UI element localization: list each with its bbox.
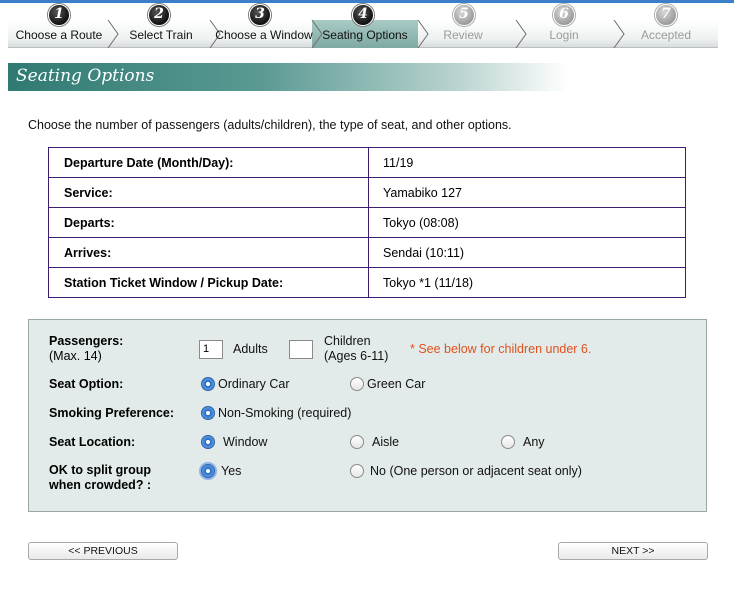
- next-button[interactable]: NEXT >>: [558, 542, 708, 560]
- trip-value: Yamabiko 127: [368, 177, 686, 208]
- passengers-label-text: Passengers:: [49, 334, 124, 348]
- children-input[interactable]: [289, 340, 313, 359]
- adults-input[interactable]: 1: [199, 340, 223, 359]
- split-group-label: OK to split group when crowded? :: [49, 463, 151, 493]
- section-header: Seating Options: [8, 63, 568, 91]
- step-7-label: Accepted: [640, 28, 692, 42]
- adults-label: Adults: [233, 342, 268, 356]
- step-3-number-icon: 3: [249, 4, 271, 26]
- children-ages-text: (Ages 6-11): [324, 349, 389, 363]
- intro-text: Choose the number of passengers (adults/…: [28, 118, 512, 132]
- step-2-number-icon: 2: [148, 4, 170, 26]
- trip-value: Tokyo (08:08): [368, 207, 686, 238]
- split-group-label-line2: when crowded? :: [49, 478, 152, 492]
- trip-label: Service:: [48, 177, 369, 208]
- trip-details-table: Departure Date (Month/Day): 11/19 Servic…: [48, 147, 686, 298]
- radio-yes[interactable]: [201, 464, 215, 478]
- trip-label: Departs:: [48, 207, 369, 238]
- radio-window[interactable]: [201, 435, 215, 449]
- seat-location-window[interactable]: Window: [201, 435, 267, 449]
- seat-location-label: Seat Location:: [49, 435, 136, 449]
- table-row: Service: Yamabiko 127: [48, 177, 686, 208]
- passengers-label: Passengers: (Max. 14): [49, 334, 123, 364]
- seat-location-any[interactable]: Any: [501, 435, 545, 449]
- split-group-label-line1: OK to split group: [49, 463, 152, 477]
- step-1-number-icon: 1: [48, 4, 70, 26]
- step-progress: 1 Choose a Route 2 Select Train 3 Choose…: [0, 0, 734, 50]
- seating-options-panel: Passengers: (Max. 14) 1 Adults Children …: [28, 319, 707, 512]
- table-row: Departure Date (Month/Day): 11/19: [48, 147, 686, 178]
- previous-button[interactable]: << PREVIOUS: [28, 542, 178, 560]
- trip-value: 11/19: [368, 147, 686, 178]
- seat-option-green[interactable]: Green Car: [350, 377, 425, 391]
- children-label: Children (Ages 6-11): [324, 334, 388, 363]
- yes-label: Yes: [221, 464, 242, 478]
- step-2-label: Select Train: [129, 28, 193, 42]
- radio-green-car[interactable]: [350, 377, 364, 391]
- step-6-number-icon: 6: [553, 4, 575, 26]
- green-car-label: Green Car: [367, 377, 426, 391]
- trip-label: Station Ticket Window / Pickup Date:: [48, 267, 369, 298]
- trip-label: Departure Date (Month/Day):: [48, 147, 369, 178]
- table-row: Departs: Tokyo (08:08): [48, 207, 686, 238]
- step-7-number-icon: 7: [655, 4, 677, 26]
- split-group-no[interactable]: No (One person or adjacent seat only): [350, 464, 582, 478]
- table-row: Station Ticket Window / Pickup Date: Tok…: [48, 267, 686, 298]
- step-4-number-icon: 4: [352, 4, 374, 26]
- aisle-label: Aisle: [372, 435, 400, 449]
- window-label: Window: [223, 435, 268, 449]
- trip-value: Sendai (10:11): [368, 237, 686, 268]
- split-group-yes[interactable]: Yes: [201, 464, 241, 478]
- trip-value: Tokyo *1 (11/18): [368, 267, 686, 298]
- radio-no[interactable]: [350, 464, 364, 478]
- smoking-label: Smoking Preference:: [49, 406, 175, 420]
- radio-any[interactable]: [501, 435, 515, 449]
- smoking-non-smoking[interactable]: Non-Smoking (required): [201, 406, 351, 420]
- seat-option-ordinary[interactable]: Ordinary Car: [201, 377, 290, 391]
- seat-location-aisle[interactable]: Aisle: [350, 435, 399, 449]
- section-title: Seating Options: [16, 66, 155, 86]
- any-label: Any: [523, 435, 545, 449]
- no-label: No (One person or adjacent seat only): [370, 464, 582, 478]
- ordinary-car-label: Ordinary Car: [218, 377, 290, 391]
- radio-non-smoking[interactable]: [201, 406, 215, 420]
- non-smoking-label: Non-Smoking (required): [218, 406, 352, 420]
- radio-ordinary-car[interactable]: [201, 377, 215, 391]
- radio-aisle[interactable]: [350, 435, 364, 449]
- seat-option-label: Seat Option:: [49, 377, 124, 391]
- step-5-number-icon: 5: [453, 4, 475, 26]
- children-note: * See below for children under 6.: [410, 342, 592, 356]
- table-row: Arrives: Sendai (10:11): [48, 237, 686, 268]
- passengers-max-text: (Max. 14): [49, 349, 102, 363]
- children-label-text: Children: [324, 334, 371, 348]
- top-accent-bar: [0, 0, 734, 3]
- trip-label: Arrives:: [48, 237, 369, 268]
